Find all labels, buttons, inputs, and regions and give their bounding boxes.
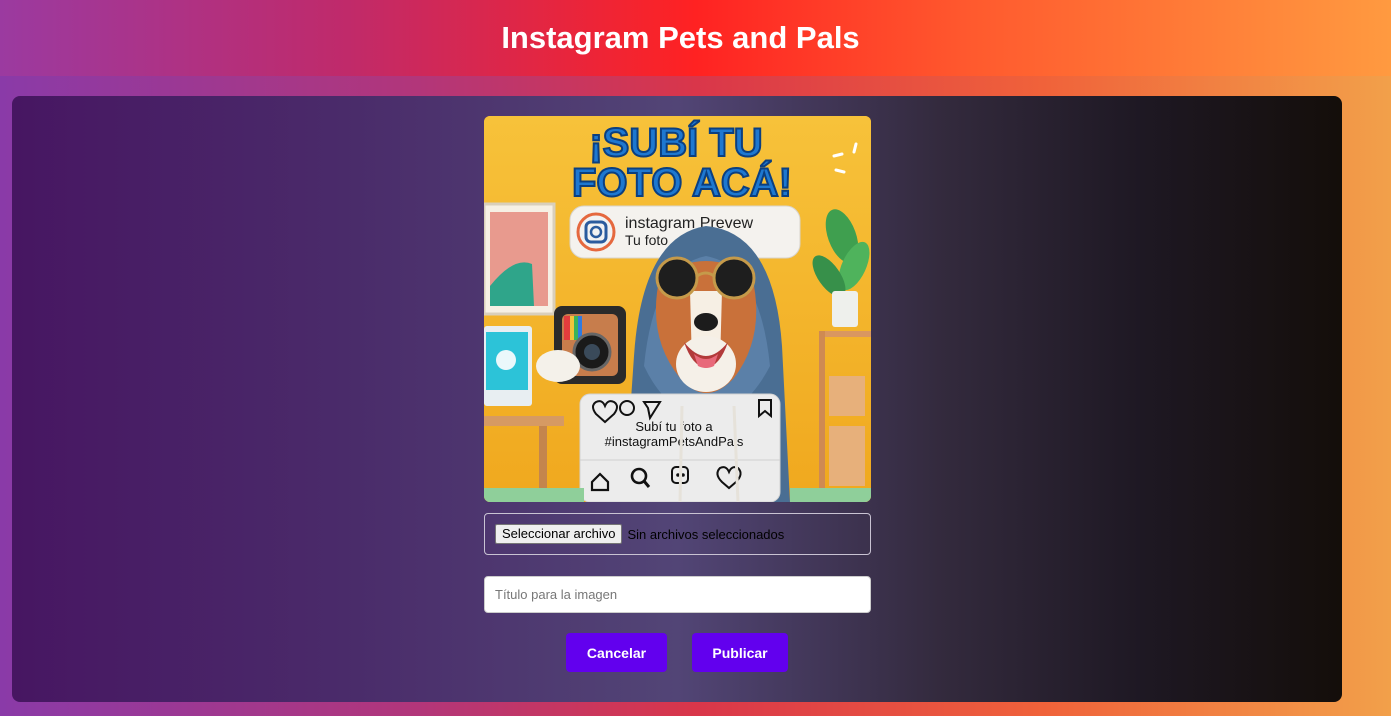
upload-panel: ¡SUBÍ TU FOTO ACÁ! instagram Prevew Tu f… bbox=[12, 96, 1342, 702]
card-title: instagram Prevew bbox=[625, 215, 753, 232]
file-upload-field: Seleccionar archivo Sin archivos selecci… bbox=[484, 513, 871, 555]
file-status-text: Sin archivos seleccionados bbox=[627, 526, 785, 542]
headline-line-1: ¡SUBÍ TU bbox=[589, 120, 762, 165]
image-title-input[interactable] bbox=[484, 576, 871, 613]
app-header: Instagram Pets and Pals bbox=[0, 0, 1391, 76]
card-subtitle: Tu foto bbox=[625, 232, 668, 248]
preview-illustration: ¡SUBÍ TU FOTO ACÁ! instagram Prevew Tu f… bbox=[484, 116, 871, 502]
post-caption-line-2: #instagramPetsAndPals bbox=[605, 434, 744, 449]
choose-file-button[interactable]: Seleccionar archivo bbox=[495, 524, 623, 544]
cancel-button[interactable]: Cancelar bbox=[566, 633, 667, 672]
headline-line-2: FOTO ACÁ! bbox=[572, 160, 792, 205]
post-caption-line-1: Subí tu foto a bbox=[635, 419, 713, 434]
image-preview: ¡SUBÍ TU FOTO ACÁ! instagram Prevew Tu f… bbox=[484, 116, 871, 502]
page-title: Instagram Pets and Pals bbox=[501, 20, 860, 55]
publish-button[interactable]: Publicar bbox=[692, 633, 788, 672]
